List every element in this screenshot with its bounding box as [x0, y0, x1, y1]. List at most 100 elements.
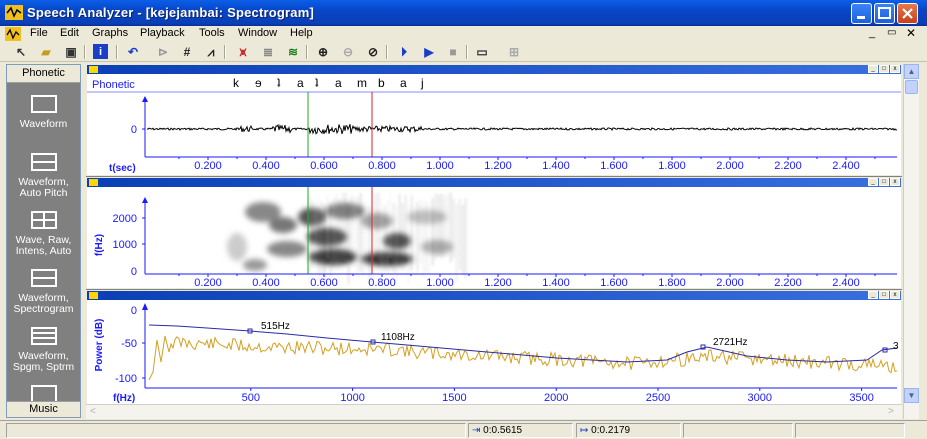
scroll-down-icon[interactable]: ▼ — [904, 388, 919, 403]
status-field — [683, 423, 793, 438]
scroll-left-icon[interactable]: < — [90, 406, 96, 417]
toolbar: ↖ ▰ ▣ i ↶ ⊳ # ⩘ ⩙ ≣ ≋ ⊕ ⊖ ⊘ ⏵ ▶ ■ ▭ ⊞ — [0, 42, 927, 62]
scroll-right-icon[interactable]: > — [888, 406, 894, 417]
toolbar-separator — [386, 45, 388, 59]
mdi-close-icon[interactable]: ✕ — [906, 26, 916, 40]
pane-maximize-icon[interactable]: □ — [879, 291, 889, 299]
spectrogram-pane[interactable]: _ □ x f(Hz) 2000 1000 0 0.200 0.400 0.60… — [86, 177, 902, 289]
x-tick-label: 500 — [242, 392, 260, 404]
zoom-full-icon[interactable]: ⊘ — [364, 43, 382, 61]
play-icon[interactable]: ▶ — [420, 43, 438, 61]
tab-phonetic[interactable]: Phonetic — [7, 65, 80, 83]
menu-help[interactable]: Help — [290, 27, 313, 39]
striation — [345, 192, 347, 262]
spectrum-pane[interactable]: _ □ x Power (dB) 0 -50 -100 515Hz 1108Hz… — [86, 290, 902, 405]
striation — [348, 206, 350, 285]
striation — [453, 198, 455, 259]
pane-close-icon[interactable]: x — [890, 178, 900, 186]
zoom-out-icon[interactable]: ⊖ — [339, 43, 357, 61]
striation — [324, 205, 326, 281]
layout-waveform[interactable]: Waveform — [7, 95, 80, 130]
close-icon — [902, 8, 913, 19]
menu-playback[interactable]: Playback — [140, 27, 185, 39]
menu-window[interactable]: Window — [238, 27, 277, 39]
open-file-icon[interactable]: ▰ — [37, 43, 55, 61]
pane-maximize-icon[interactable]: □ — [879, 178, 889, 186]
menu-graphs[interactable]: Graphs — [92, 27, 128, 39]
graph-waveform-icon[interactable]: ⩙ — [234, 43, 252, 61]
app-icon — [5, 5, 23, 20]
striation — [396, 205, 398, 283]
menu-edit[interactable]: Edit — [60, 27, 79, 39]
mdi-restore-icon[interactable]: ▭ — [887, 27, 896, 38]
pane-icon — [89, 292, 98, 299]
x-tick-label: 0.800 — [368, 160, 396, 172]
minimize-button[interactable] — [851, 3, 872, 24]
save-icon[interactable]: ▣ — [62, 43, 80, 61]
striation — [411, 195, 413, 271]
info-icon[interactable]: i — [93, 44, 108, 59]
layout-waveform-spectrogram[interactable]: Waveform, Spectrogram — [7, 269, 80, 315]
pane-close-icon[interactable]: x — [890, 291, 900, 299]
layout-waveform-auto-pitch[interactable]: Waveform, Auto Pitch — [7, 153, 80, 199]
pane-maximize-icon[interactable]: □ — [879, 65, 889, 73]
select-tool-icon[interactable]: ↖ — [12, 43, 30, 61]
mdi-minimize-icon[interactable]: _ — [869, 27, 875, 39]
graph-color-icon[interactable]: ≋ — [284, 43, 302, 61]
spectrogram-plot[interactable]: f(Hz) 2000 1000 0 0.200 0.400 0.600 0.800 1.… — [87, 187, 901, 288]
vertical-scrollbar[interactable]: ▲ ▼ — [903, 64, 919, 419]
status-message — [6, 423, 466, 438]
striation — [402, 202, 404, 269]
striation — [330, 204, 332, 278]
scroll-thumb[interactable] — [905, 80, 918, 94]
maximize-icon — [878, 7, 891, 19]
formant-label-f1: 515Hz — [261, 321, 290, 332]
document-icon[interactable] — [5, 27, 21, 41]
phonetic-symbol: b — [378, 76, 385, 90]
x-tick-label: 0.200 — [194, 277, 222, 288]
y-tick-label: 0 — [131, 124, 137, 136]
scroll-up-icon[interactable]: ▲ — [904, 64, 919, 79]
pane-titlebar: _ □ x — [87, 178, 901, 187]
y-axis-label: f(Hz) — [94, 234, 105, 256]
menu-file[interactable]: File — [30, 27, 48, 39]
zoom-in-icon[interactable]: ⊕ — [314, 43, 332, 61]
maximize-button[interactable] — [874, 3, 895, 24]
add-boundary-icon[interactable]: ⊳ — [154, 43, 172, 61]
striation — [339, 199, 341, 266]
layout-partial-item[interactable] — [7, 385, 80, 401]
x-tick-label: 2.200 — [774, 277, 802, 288]
network-icon[interactable]: ⊞ — [505, 43, 523, 61]
x-tick-label: 2.200 — [774, 160, 802, 172]
y-tick-label-1000: 1000 — [113, 239, 137, 251]
horizontal-scrollbar[interactable]: < > — [86, 404, 902, 419]
waveform-plot[interactable]: Phonetic kɘʇaʇambaj 0 t(sec) 0.200 0.400 0… — [87, 74, 901, 175]
striation — [336, 193, 338, 269]
play-cursors-icon[interactable]: ⏵ — [395, 43, 413, 61]
pane-minimize-icon[interactable]: _ — [868, 291, 878, 299]
pitch-icon[interactable]: ⩘ — [202, 43, 220, 61]
striation — [423, 202, 425, 278]
tab-music[interactable]: Music — [7, 401, 80, 417]
spectrum-plot[interactable]: Power (dB) 0 -50 -100 515Hz 1108Hz 2721H… — [87, 300, 901, 404]
record-panel-icon[interactable]: ▭ — [473, 43, 491, 61]
x-tick-label: 2.400 — [832, 160, 860, 172]
hash-icon[interactable]: # — [178, 43, 196, 61]
raw-waveform-pane[interactable]: _ □ x Phonetic kɘʇaʇambaj 0 t(sec) 0.200… — [86, 64, 902, 176]
pane-close-icon[interactable]: x — [890, 65, 900, 73]
close-button[interactable] — [897, 3, 918, 24]
layout-wave-raw-intens-auto[interactable]: Wave, Raw, Intens, Auto — [7, 211, 80, 257]
pane-minimize-icon[interactable]: _ — [868, 65, 878, 73]
stop-icon[interactable]: ■ — [444, 43, 462, 61]
undo-icon[interactable]: ↶ — [124, 43, 142, 61]
layout-waveform-spgm-sptrm[interactable]: Waveform, Spgm, Sptrm — [7, 327, 80, 373]
y-axis-arrow — [142, 96, 148, 102]
striation — [342, 192, 344, 260]
striation — [327, 194, 329, 260]
graph-list-icon[interactable]: ≣ — [259, 43, 277, 61]
striation — [420, 199, 422, 264]
x-tick-label: 0.400 — [252, 160, 280, 172]
menu-tools[interactable]: Tools — [199, 27, 225, 39]
striation — [435, 193, 437, 260]
pane-minimize-icon[interactable]: _ — [868, 178, 878, 186]
